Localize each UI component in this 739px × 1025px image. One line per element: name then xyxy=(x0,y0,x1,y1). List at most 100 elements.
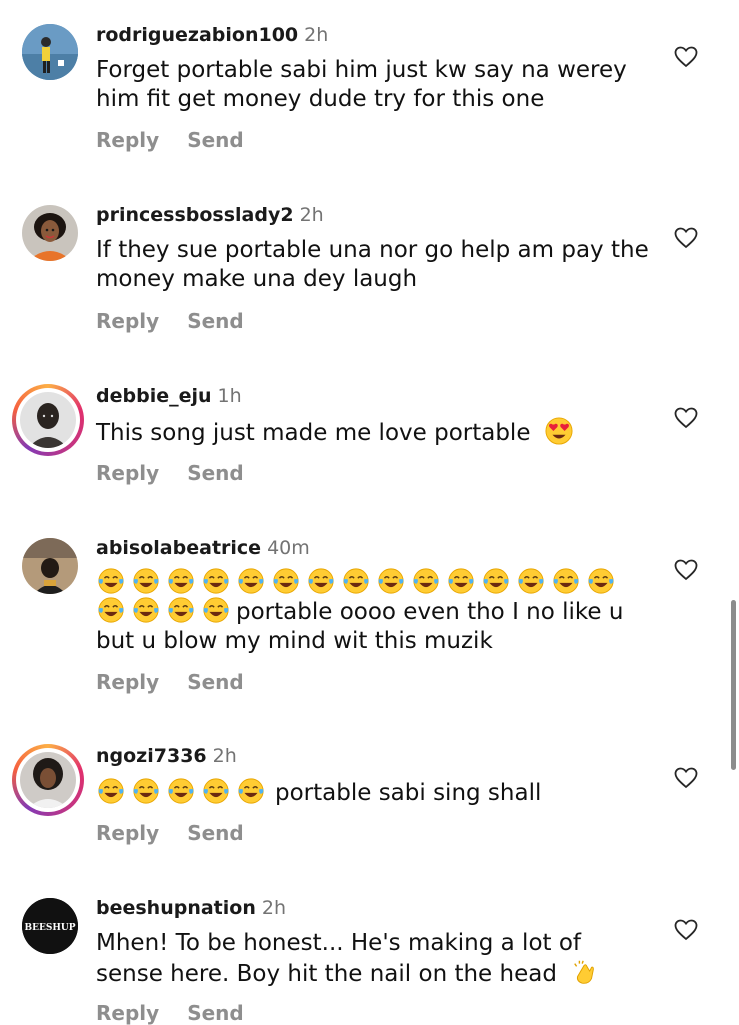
username-text[interactable]: beeshupnation xyxy=(96,897,256,919)
tears-of-joy-emoji-icon xyxy=(133,778,159,804)
tears-of-joy-emoji-icon xyxy=(273,568,299,594)
reply-button[interactable]: Reply xyxy=(96,670,159,694)
send-button[interactable]: Send xyxy=(187,670,244,694)
username[interactable]: rodriguezabion100 2h xyxy=(96,24,328,46)
comment-actions: Reply Send xyxy=(96,1001,244,1025)
like-heart-icon[interactable] xyxy=(674,46,698,68)
timestamp: 2h xyxy=(304,24,329,46)
tears-of-joy-emoji-icon xyxy=(203,568,229,594)
tears-of-joy-emoji-icon xyxy=(238,778,264,804)
send-button[interactable]: Send xyxy=(187,1001,244,1025)
comment-text: portable sabi sing shall xyxy=(96,777,656,808)
tears-of-joy-emoji-icon xyxy=(98,778,124,804)
like-heart-icon[interactable] xyxy=(674,407,698,429)
avatar-story-ring[interactable] xyxy=(12,384,84,456)
send-button[interactable]: Send xyxy=(187,461,244,485)
tears-of-joy-emoji-icon xyxy=(518,568,544,594)
comment-text: Forget portable sabi him just kw say na … xyxy=(96,57,627,112)
like-heart-icon[interactable] xyxy=(674,227,698,249)
avatar-ring-gap xyxy=(16,388,80,452)
reply-button[interactable]: Reply xyxy=(96,1001,159,1025)
tears-of-joy-emoji-icon xyxy=(98,597,124,623)
username-text[interactable]: abisolabeatrice xyxy=(96,537,261,559)
tears-of-joy-emoji-icon xyxy=(343,568,369,594)
tears-of-joy-emoji-icon xyxy=(203,597,229,623)
tears-of-joy-emoji-icon xyxy=(168,597,194,623)
scrollbar[interactable] xyxy=(731,600,736,770)
comment-actions: Reply Send xyxy=(96,670,244,694)
comment-actions: Reply Send xyxy=(96,461,244,485)
timestamp: 1h xyxy=(217,385,242,407)
avatar-photo xyxy=(22,24,78,80)
username-text[interactable]: debbie_eju xyxy=(96,385,212,407)
avatar xyxy=(20,752,76,808)
avatar-ring-gap xyxy=(16,748,80,812)
emoji-row xyxy=(96,778,271,806)
avatar[interactable] xyxy=(22,205,78,261)
username-text[interactable]: rodriguezabion100 xyxy=(96,24,298,46)
avatar-photo xyxy=(22,538,78,594)
avatar[interactable] xyxy=(22,538,78,594)
reply-button[interactable]: Reply xyxy=(96,309,159,333)
tears-of-joy-emoji-icon xyxy=(133,568,159,594)
username[interactable]: beeshupnation 2h xyxy=(96,897,286,919)
tears-of-joy-emoji-icon xyxy=(448,568,474,594)
tears-of-joy-emoji-icon xyxy=(168,778,194,804)
avatar-logo-text: BEESHUP xyxy=(25,923,76,933)
username[interactable]: debbie_eju 1h xyxy=(96,385,242,407)
avatar-photo xyxy=(20,392,76,448)
username[interactable]: ngozi7336 2h xyxy=(96,745,237,767)
comment-text-content: Mhen! To be honest... He's making a lot … xyxy=(96,930,582,987)
emoji-text-line: portable oooo even tho I no like u xyxy=(96,596,656,627)
tears-of-joy-emoji-icon xyxy=(203,778,229,804)
reply-button[interactable]: Reply xyxy=(96,461,159,485)
avatar[interactable] xyxy=(22,24,78,80)
like-heart-icon[interactable] xyxy=(674,559,698,581)
tears-of-joy-emoji-icon xyxy=(98,568,124,594)
username-text[interactable]: princessbosslady2 xyxy=(96,204,294,226)
avatar-story-ring[interactable] xyxy=(12,744,84,816)
username[interactable]: abisolabeatrice 40m xyxy=(96,537,310,559)
emoji-row xyxy=(96,597,236,625)
comment-text-content: portable sabi sing shall xyxy=(275,780,542,806)
reply-button[interactable]: Reply xyxy=(96,128,159,152)
tears-of-joy-emoji-icon xyxy=(413,568,439,594)
avatar-logo: BEESHUP xyxy=(22,898,78,954)
clapping-hands-emoji-icon xyxy=(574,960,595,984)
tears-of-joy-emoji-icon xyxy=(308,568,334,594)
avatar-photo xyxy=(22,205,78,261)
tears-of-joy-emoji-icon xyxy=(553,568,579,594)
username[interactable]: princessbosslady2 2h xyxy=(96,204,324,226)
comment-text-content: portable oooo even tho I no like u xyxy=(236,599,624,625)
comment-text: Mhen! To be honest... He's making a lot … xyxy=(96,929,616,989)
username-text[interactable]: ngozi7336 xyxy=(96,745,207,767)
timestamp: 2h xyxy=(299,204,324,226)
tears-of-joy-emoji-icon xyxy=(378,568,404,594)
comment-actions: Reply Send xyxy=(96,309,244,333)
heart-eyes-emoji-icon xyxy=(545,417,573,445)
comment-text-content: This song just made me love portable xyxy=(96,420,531,446)
like-heart-icon[interactable] xyxy=(674,767,698,789)
avatar[interactable]: BEESHUP xyxy=(22,898,78,954)
like-heart-icon[interactable] xyxy=(674,919,698,941)
timestamp: 2h xyxy=(212,745,237,767)
tears-of-joy-emoji-icon xyxy=(168,568,194,594)
send-button[interactable]: Send xyxy=(187,309,244,333)
send-button[interactable]: Send xyxy=(187,128,244,152)
comment-actions: Reply Send xyxy=(96,821,244,845)
tears-of-joy-emoji-icon xyxy=(238,568,264,594)
comment-text: This song just made me love portable xyxy=(96,417,656,448)
emoji-row xyxy=(96,567,656,596)
comment-text-content: but u blow my mind wit this muzik xyxy=(96,628,493,654)
timestamp: 2h xyxy=(261,897,286,919)
tears-of-joy-emoji-icon xyxy=(483,568,509,594)
comment-text: If they sue portable una nor go help am … xyxy=(96,237,649,292)
reply-button[interactable]: Reply xyxy=(96,821,159,845)
avatar-photo xyxy=(20,752,76,808)
tears-of-joy-emoji-icon xyxy=(133,597,159,623)
send-button[interactable]: Send xyxy=(187,821,244,845)
comment-text: portable oooo even tho I no like u but u… xyxy=(96,567,656,656)
tears-of-joy-emoji-icon xyxy=(588,568,614,594)
timestamp: 40m xyxy=(267,537,310,559)
avatar xyxy=(20,392,76,448)
